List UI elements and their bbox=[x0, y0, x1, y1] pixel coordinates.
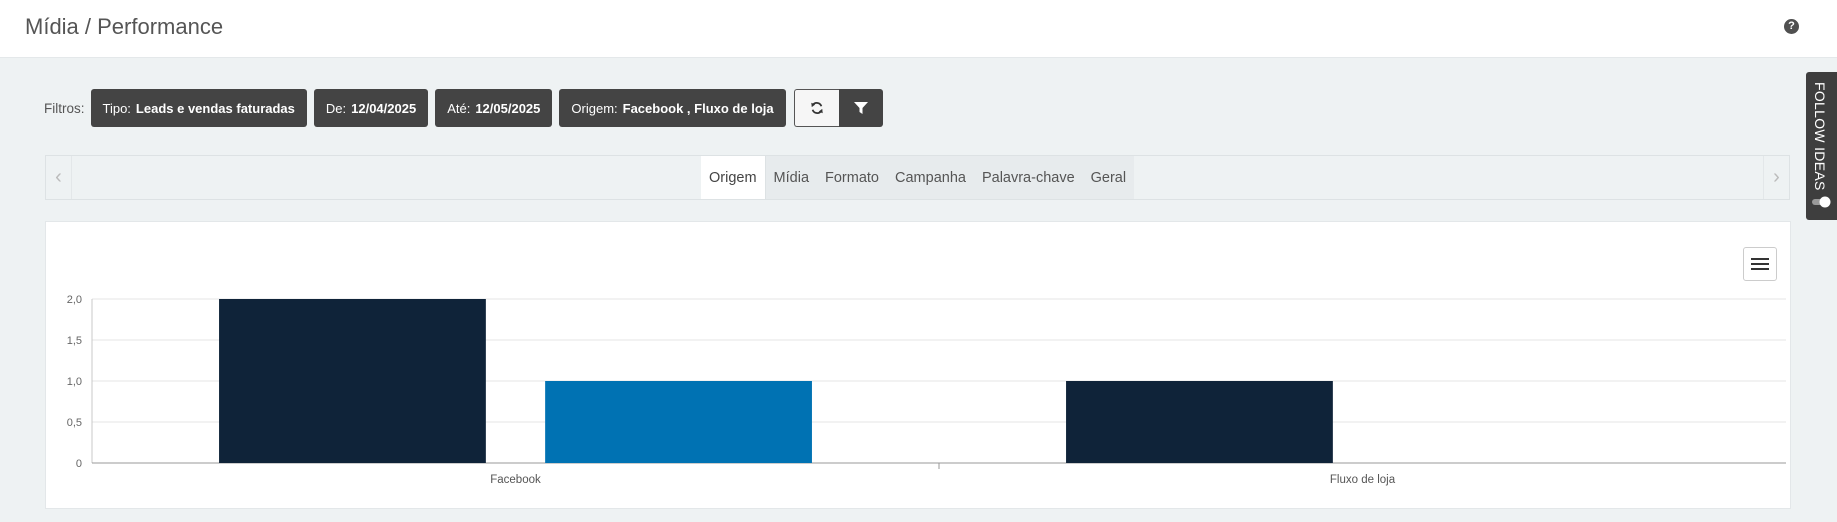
chevron-right-icon: › bbox=[1773, 166, 1780, 188]
help-icon[interactable]: ? bbox=[1784, 19, 1799, 34]
filters-label: Filtros: bbox=[44, 100, 85, 116]
hamburger-icon bbox=[1751, 258, 1769, 270]
y-tick-label: 0,5 bbox=[67, 417, 82, 429]
filter-chip-key: De: bbox=[325, 100, 347, 116]
filter-chip-key: Até: bbox=[447, 100, 471, 116]
filter-chip-value: Facebook , Fluxo de loja bbox=[622, 100, 774, 116]
top-bar: Mídia / Performance ? bbox=[0, 0, 1837, 58]
filter-chip-origem[interactable]: Origem: Facebook , Fluxo de loja bbox=[559, 89, 786, 127]
filter-chip-value: Leads e vendas faturadas bbox=[135, 100, 295, 116]
tab-origem[interactable]: Origem bbox=[701, 156, 766, 199]
filter-chip-date-to[interactable]: Até: 12/05/2025 bbox=[435, 89, 553, 127]
tab-formato[interactable]: Formato bbox=[817, 156, 887, 199]
y-tick-label: 1,0 bbox=[67, 376, 82, 388]
tabs-prev-button[interactable]: ‹ bbox=[46, 156, 72, 199]
follow-ideas-label: FOLLOW IDEAS bbox=[1812, 82, 1828, 191]
tabs-bar: ‹ Origem Mídia Formato Campanha Palavra-… bbox=[45, 155, 1790, 200]
refresh-button[interactable] bbox=[793, 89, 839, 127]
page-title: Mídia / Performance bbox=[25, 14, 224, 39]
bar bbox=[219, 299, 486, 463]
filter-actions bbox=[793, 89, 883, 127]
bar bbox=[545, 381, 812, 463]
filter-chip-value: 12/04/2025 bbox=[351, 100, 417, 116]
tab-geral[interactable]: Geral bbox=[1083, 156, 1134, 199]
chart-menu-button[interactable] bbox=[1743, 247, 1777, 281]
follow-ideas-tab[interactable]: FOLLOW IDEAS bbox=[1806, 72, 1837, 220]
tabs-next-button[interactable]: › bbox=[1763, 156, 1789, 199]
tab-palavra-chave[interactable]: Palavra-chave bbox=[974, 156, 1083, 199]
filter-chip-key: Tipo: bbox=[102, 100, 131, 116]
tab-midia[interactable]: Mídia bbox=[766, 156, 817, 199]
refresh-icon bbox=[810, 102, 823, 114]
x-tick-label: Fluxo de loja bbox=[1330, 474, 1396, 486]
funnel-icon bbox=[853, 102, 868, 114]
filter-button[interactable] bbox=[838, 89, 883, 127]
bar bbox=[1066, 381, 1333, 463]
filter-chip-tipo[interactable]: Tipo: Leads e vendas faturadas bbox=[90, 89, 307, 127]
y-tick-label: 1,5 bbox=[67, 335, 82, 347]
tab-campanha[interactable]: Campanha bbox=[887, 156, 974, 199]
filter-chip-date-from[interactable]: De: 12/04/2025 bbox=[313, 89, 429, 127]
filter-chip-value: 12/05/2025 bbox=[475, 100, 541, 116]
x-tick-label: Facebook bbox=[490, 474, 541, 486]
toggle-icon bbox=[1812, 196, 1831, 208]
bar-chart: 0 0,5 1,0 1,5 2,0 Facebook Fluxo de loja bbox=[67, 294, 1786, 486]
y-tick-label: 2,0 bbox=[67, 294, 82, 306]
chevron-left-icon: ‹ bbox=[55, 166, 62, 188]
y-tick-label: 0 bbox=[76, 458, 82, 470]
filter-chip-key: Origem: bbox=[571, 100, 618, 116]
filters-bar: Filtros: Tipo: Leads e vendas faturadas … bbox=[44, 89, 883, 127]
tab-list: Origem Mídia Formato Campanha Palavra-ch… bbox=[701, 156, 1135, 199]
